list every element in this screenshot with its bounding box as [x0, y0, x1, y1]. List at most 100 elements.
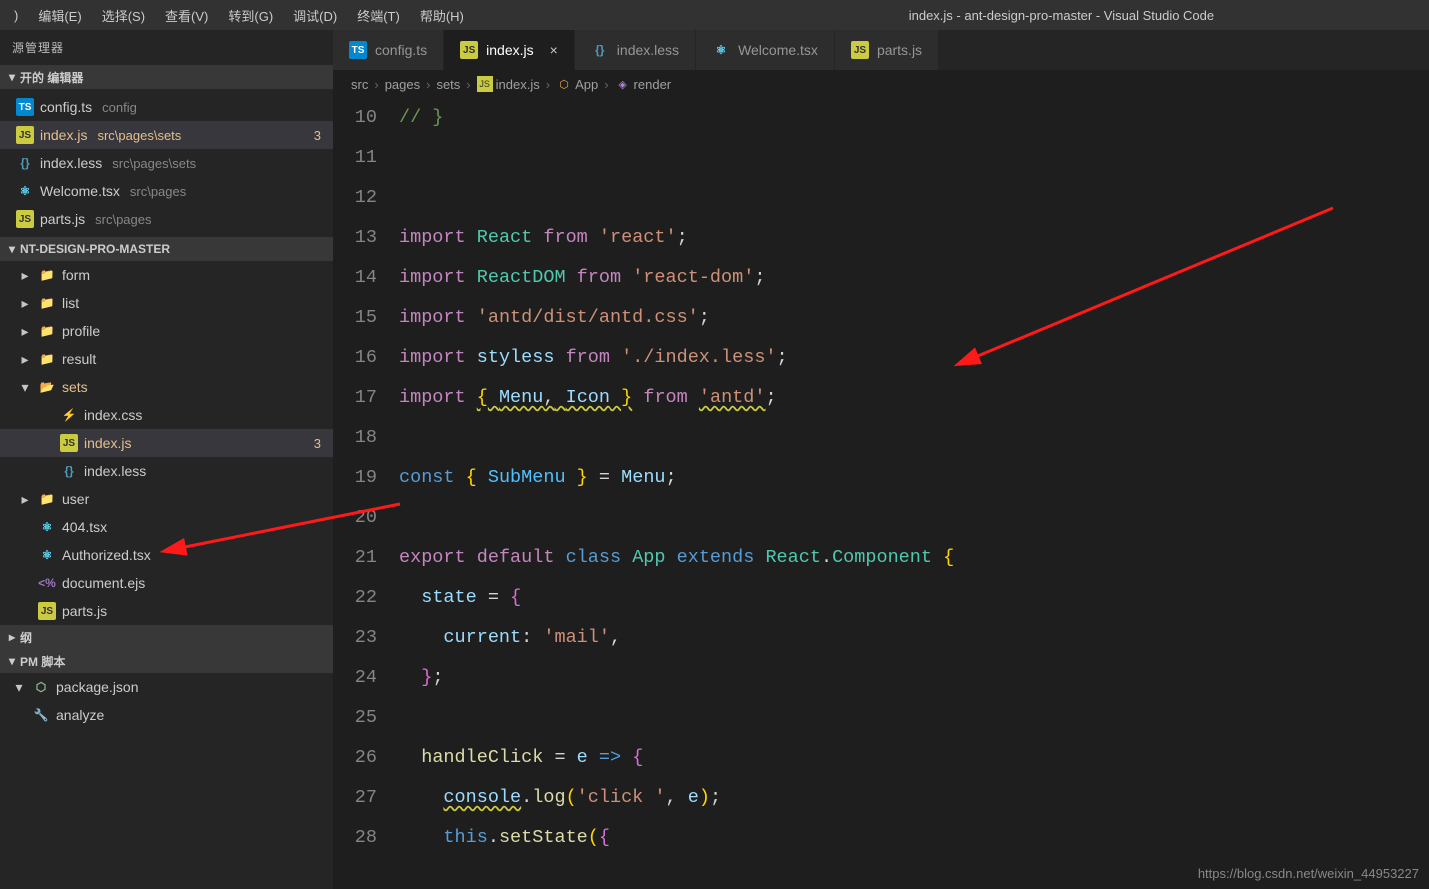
- menu-item[interactable]: ): [4, 0, 28, 30]
- folder-item[interactable]: ▾ 📂 sets: [0, 373, 333, 401]
- item-name: profile: [62, 323, 100, 339]
- npm-item[interactable]: ▾⬡package.json: [0, 673, 333, 701]
- breadcrumb-part[interactable]: sets: [436, 77, 460, 92]
- open-editors-header[interactable]: ▾ 开的 编辑器: [0, 65, 333, 89]
- menubar: )编辑(E)选择(S)查看(V)转到(G)调试(D)终端(T)帮助(H) ind…: [0, 0, 1429, 30]
- menu-item[interactable]: 调试(D): [283, 0, 347, 30]
- file-item[interactable]: ⚛404.tsx: [0, 513, 333, 541]
- editor-tab[interactable]: JSparts.js: [835, 30, 939, 70]
- chevron-down-icon: ▾: [4, 242, 20, 256]
- class-icon: ⬡: [556, 76, 572, 92]
- editor-area: TSconfig.tsJSindex.js×{}index.less⚛Welco…: [333, 30, 1429, 889]
- file-item[interactable]: ⚡ index.css: [0, 401, 333, 429]
- menu-item[interactable]: 编辑(E): [28, 0, 91, 30]
- file-item[interactable]: ⚛Authorized.tsx: [0, 541, 333, 569]
- js-icon: JS: [460, 41, 478, 59]
- explorer-title: 源管理器: [0, 30, 333, 65]
- folder-item[interactable]: ▸📁list: [0, 289, 333, 317]
- tab-label: config.ts: [375, 42, 427, 58]
- tab-label: index.js: [486, 42, 533, 58]
- menu-item[interactable]: 查看(V): [155, 0, 218, 30]
- react-icon: ⚛: [16, 182, 34, 200]
- problems-badge: 3: [314, 128, 321, 143]
- folder-icon: 📂: [38, 378, 56, 396]
- item-name: index.css: [84, 407, 142, 423]
- open-editor-item[interactable]: JS parts.js src\pages: [0, 205, 333, 233]
- breadcrumb-part[interactable]: App: [575, 77, 598, 92]
- file-item[interactable]: JSparts.js: [0, 597, 333, 625]
- js-icon: JS: [477, 76, 493, 92]
- tabbar: TS config.ts JS index.js × {} index.less ⚛Welco…: [333, 30, 1429, 70]
- js-icon: JS: [16, 126, 34, 144]
- menu-item[interactable]: 帮助(H): [410, 0, 474, 30]
- item-name: document.ejs: [62, 575, 145, 591]
- js-icon: JS: [16, 210, 34, 228]
- problems-badge: 3: [314, 436, 321, 451]
- menu-item[interactable]: 终端(T): [347, 0, 410, 30]
- project-label: NT-DESIGN-PRO-MASTER: [20, 242, 170, 256]
- code-lines[interactable]: // }import React from 'react';import Rea…: [399, 98, 1429, 889]
- less-icon: {}: [16, 154, 34, 172]
- chevron-right-icon: ▸: [18, 295, 32, 312]
- file-path: src\pages: [95, 212, 151, 227]
- outline-label: 纲: [20, 629, 32, 646]
- project-header[interactable]: ▾ NT-DESIGN-PRO-MASTER: [0, 237, 333, 261]
- npm-item[interactable]: 🔧analyze: [0, 701, 333, 729]
- chevron-right-icon: ▸: [18, 267, 32, 284]
- file-name: Welcome.tsx: [40, 183, 120, 199]
- file-item[interactable]: <%document.ejs: [0, 569, 333, 597]
- editor-tab[interactable]: ⚛Welcome.tsx: [696, 30, 835, 70]
- open-editor-item[interactable]: {}index.lesssrc\pages\sets: [0, 149, 333, 177]
- item-name: parts.js: [62, 603, 107, 619]
- breadcrumb-part[interactable]: index.js: [496, 77, 540, 92]
- folder-item[interactable]: ▸📁result: [0, 345, 333, 373]
- outline-header[interactable]: ▸ 纲: [0, 625, 333, 649]
- file-name: parts.js: [40, 211, 85, 227]
- folder-item[interactable]: ▸📁user: [0, 485, 333, 513]
- file-name: index.less: [40, 155, 102, 171]
- editor-tab[interactable]: TS config.ts: [333, 30, 444, 70]
- tab-label: Welcome.tsx: [738, 42, 818, 58]
- editor-tab[interactable]: JS index.js ×: [444, 30, 575, 70]
- tab-label: parts.js: [877, 42, 922, 58]
- code-editor[interactable]: 10111213141516171819202122232425262728 /…: [333, 98, 1429, 889]
- tab-label: index.less: [617, 42, 679, 58]
- breadcrumb-part[interactable]: render: [634, 77, 672, 92]
- menu-item[interactable]: 选择(S): [92, 0, 155, 30]
- chevron-down-icon: ▾: [18, 379, 32, 396]
- item-name: list: [62, 295, 79, 311]
- chevron-right-icon: ▸: [18, 351, 32, 368]
- breadcrumb[interactable]: src›pages›sets›JSindex.js›⬡App›◈render: [333, 70, 1429, 98]
- chevron-right-icon: ▸: [18, 323, 32, 340]
- file-path: src\pages: [130, 184, 186, 199]
- breadcrumb-separator: ›: [546, 77, 550, 92]
- open-editor-item[interactable]: JSindex.jssrc\pages\sets3: [0, 121, 333, 149]
- line-numbers: 10111213141516171819202122232425262728: [333, 98, 399, 889]
- breadcrumb-separator: ›: [604, 77, 608, 92]
- open-editor-item[interactable]: ⚛ Welcome.tsx src\pages: [0, 177, 333, 205]
- item-name: result: [62, 351, 96, 367]
- folder-item[interactable]: ▸📁profile: [0, 317, 333, 345]
- ts-icon: TS: [16, 98, 34, 116]
- breadcrumb-separator: ›: [374, 77, 378, 92]
- less-icon: {}: [591, 41, 609, 59]
- item-name: sets: [62, 379, 88, 395]
- css-icon: ⚡: [60, 406, 78, 424]
- file-name: config.ts: [40, 99, 92, 115]
- breadcrumb-separator: ›: [466, 77, 470, 92]
- file-item[interactable]: JSindex.js3: [0, 429, 333, 457]
- folder-item[interactable]: ▸📁form: [0, 261, 333, 289]
- chevron-down-icon: ▾: [4, 70, 20, 84]
- menu-item[interactable]: 转到(G): [218, 0, 283, 30]
- file-item[interactable]: {}index.less: [0, 457, 333, 485]
- breadcrumb-part[interactable]: pages: [385, 77, 420, 92]
- open-editor-item[interactable]: TSconfig.tsconfig: [0, 93, 333, 121]
- item-name: user: [62, 491, 89, 507]
- editor-tab[interactable]: {} index.less: [575, 30, 696, 70]
- breadcrumb-part[interactable]: src: [351, 77, 368, 92]
- file-name: index.js: [40, 127, 87, 143]
- ts-icon: TS: [349, 41, 367, 59]
- close-icon[interactable]: ×: [550, 42, 558, 58]
- react-icon: ⚛: [38, 518, 56, 536]
- npm-scripts-header[interactable]: ▾ PM 脚本: [0, 649, 333, 673]
